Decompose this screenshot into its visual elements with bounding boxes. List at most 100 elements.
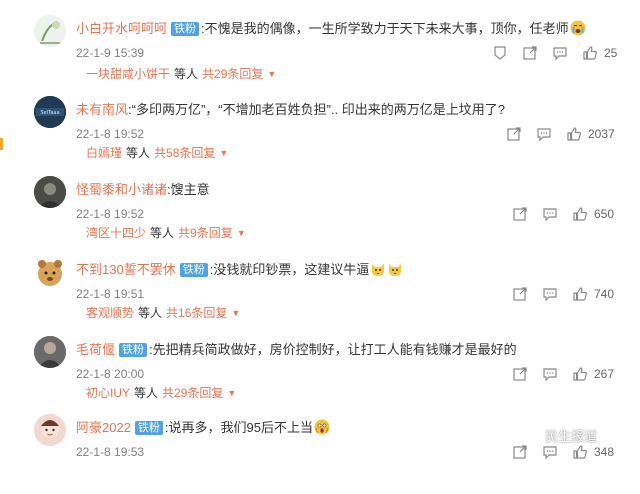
reply-summary[interactable]: 一块甜咸小饼干 等人 共29条回复 ▼ — [86, 65, 276, 82]
reply-summary[interactable]: 初心IUY 等人 共29条回复 ▼ — [86, 384, 236, 401]
reply-username[interactable]: 白嫣瑾 — [86, 146, 122, 160]
comment-text: :说再多，我们95后不上当 — [164, 420, 313, 435]
chevron-down-icon: ▼ — [267, 69, 277, 79]
avatar[interactable] — [34, 256, 66, 288]
watermark: 民生报道 — [528, 426, 597, 445]
like-button[interactable]: 2037 — [566, 126, 615, 142]
fan-badge[interactable]: 铁粉 — [171, 22, 200, 36]
reply-username[interactable]: 初心IUY — [86, 386, 130, 400]
like-button[interactable]: 267 — [572, 366, 614, 382]
like-button[interactable]: 650 — [572, 206, 614, 222]
chevron-down-icon: ▼ — [236, 228, 246, 238]
share-button[interactable] — [512, 366, 528, 382]
comment-time: 22-1-8 19:53 — [76, 445, 145, 459]
reply-count-link[interactable]: 共16条回复 — [166, 306, 227, 320]
reply-count-link[interactable]: 共9条回复 — [178, 226, 233, 240]
comment-item: 怪蜀黍和小诸诸:馊主意 22-1-8 19:52 650 湾区十四少 等人 共9条回… — [0, 176, 640, 256]
avatar[interactable] — [34, 414, 66, 446]
comment-actions: 348 — [512, 442, 614, 462]
thumbs-up-icon — [573, 445, 587, 459]
cat-face-emoji — [387, 261, 403, 277]
share-icon — [513, 287, 527, 301]
avatar[interactable] — [34, 336, 66, 368]
reply-others-label: 等人 — [138, 306, 163, 320]
comment-actions: 650 — [512, 204, 614, 224]
scroll-edge-marker — [0, 138, 3, 150]
reply-count-link[interactable]: 共58条回复 — [154, 146, 215, 160]
thumbs-up-icon — [583, 46, 597, 60]
comment-actions: 25 — [492, 43, 617, 63]
comment-item: 小白开水呵呵呵 铁粉:不愧是我的偶像，一生所学致力于天下未来大事，顶你，任老师 2… — [0, 15, 640, 95]
comment-item: 毛荷偃 铁粉:先把精兵简政做好，房价控制好，让打工人能有钱赚才是最好的 22-1-… — [0, 336, 640, 416]
avatar[interactable] — [34, 176, 66, 208]
like-button[interactable]: 348 — [572, 444, 614, 460]
avatar[interactable]: SelTaaa — [34, 96, 66, 128]
comment-time: 22-1-8 19:51 — [76, 287, 145, 301]
reply-count-link[interactable]: 共29条回复 — [162, 386, 223, 400]
username[interactable]: 不到130誓不罢休 — [76, 262, 176, 277]
like-button[interactable]: 25 — [582, 45, 617, 61]
username[interactable]: 怪蜀黍和小诸诸 — [76, 182, 167, 197]
comment-time: 22-1-8 19:52 — [76, 207, 145, 221]
reply-summary[interactable]: 白嫣瑾 等人 共58条回复 ▼ — [86, 144, 228, 161]
scream-face-emoji — [314, 419, 330, 435]
reply-others-label: 等人 — [126, 146, 151, 160]
like-count: 2037 — [588, 127, 615, 141]
comment-time: 22-1-8 20:00 — [76, 367, 145, 381]
like-count: 25 — [604, 46, 618, 60]
share-button[interactable] — [512, 286, 528, 302]
username[interactable]: 毛荷偃 — [76, 342, 115, 357]
comment-icon — [543, 368, 557, 382]
share-button[interactable] — [522, 45, 538, 61]
reply-button[interactable] — [536, 126, 552, 142]
reply-username[interactable]: 湾区十四少 — [86, 226, 146, 240]
avatar[interactable] — [34, 15, 66, 47]
reply-others-label: 等人 — [150, 226, 175, 240]
comment-text: :先把精兵简政做好，房价控制好，让打工人能有钱赚才是最好的 — [149, 342, 517, 357]
reply-button[interactable] — [542, 366, 558, 382]
comment-icon — [543, 208, 557, 222]
comment-actions: 267 — [512, 364, 614, 384]
watermark-text: 民生报道 — [545, 429, 598, 444]
reply-summary[interactable]: 湾区十四少 等人 共9条回复 ▼ — [86, 224, 246, 241]
like-button[interactable]: 740 — [572, 286, 614, 302]
comment-icon — [537, 128, 551, 142]
crying-face-emoji — [570, 20, 586, 36]
fan-badge[interactable]: 铁粉 — [119, 343, 148, 357]
like-count: 650 — [594, 207, 615, 221]
fan-badge[interactable]: 铁粉 — [179, 263, 208, 277]
reply-username[interactable]: 一块甜咸小饼干 — [86, 67, 170, 81]
username[interactable]: 阿豪2022 — [76, 420, 131, 435]
reply-button[interactable] — [552, 45, 568, 61]
reply-button[interactable] — [542, 444, 558, 460]
reply-count-link[interactable]: 共29条回复 — [202, 67, 263, 81]
cat-face-emoji — [370, 261, 386, 277]
comment-time: 22-1-8 19:52 — [76, 127, 145, 141]
reply-others-label: 等人 — [134, 386, 159, 400]
more-button[interactable] — [492, 45, 508, 61]
reply-summary[interactable]: 客观顺势 等人 共16条回复 ▼ — [86, 304, 240, 321]
share-button[interactable] — [512, 444, 528, 460]
comment-text: :不愧是我的偶像，一生所学致力于天下未来大事，顶你，任老师 — [201, 21, 569, 36]
comment-time: 22-1-9 15:39 — [76, 46, 145, 60]
chevron-down-icon: ▼ — [219, 148, 229, 158]
reply-button[interactable] — [542, 286, 558, 302]
comment-icon — [543, 446, 557, 460]
thumbs-up-icon — [573, 367, 587, 381]
watermark-logo-icon — [528, 429, 542, 443]
share-icon — [507, 127, 521, 141]
share-icon — [513, 367, 527, 381]
comment-text: :“多印两万亿”，“不增加老百姓负担”.. 印出来的两万亿是上坟用了? — [128, 102, 506, 117]
share-button[interactable] — [506, 126, 522, 142]
reply-button[interactable] — [542, 206, 558, 222]
comment-item: 不到130誓不罢休 铁粉:没钱就印钞票，这建议牛逼 22-1-8 19:51 74… — [0, 256, 640, 336]
fan-badge[interactable]: 铁粉 — [134, 421, 163, 435]
like-count: 740 — [594, 287, 615, 301]
username[interactable]: 未有南风 — [76, 102, 128, 117]
username[interactable]: 小白开水呵呵呵 — [76, 21, 167, 36]
reply-username[interactable]: 客观顺势 — [86, 306, 134, 320]
share-button[interactable] — [512, 206, 528, 222]
comment-item: SelTaaa 未有南风:“多印两万亿”，“不增加老百姓负担”.. 印出来的两万… — [0, 96, 640, 176]
comment-icon — [543, 288, 557, 302]
comment-text: :馊主意 — [167, 182, 210, 197]
